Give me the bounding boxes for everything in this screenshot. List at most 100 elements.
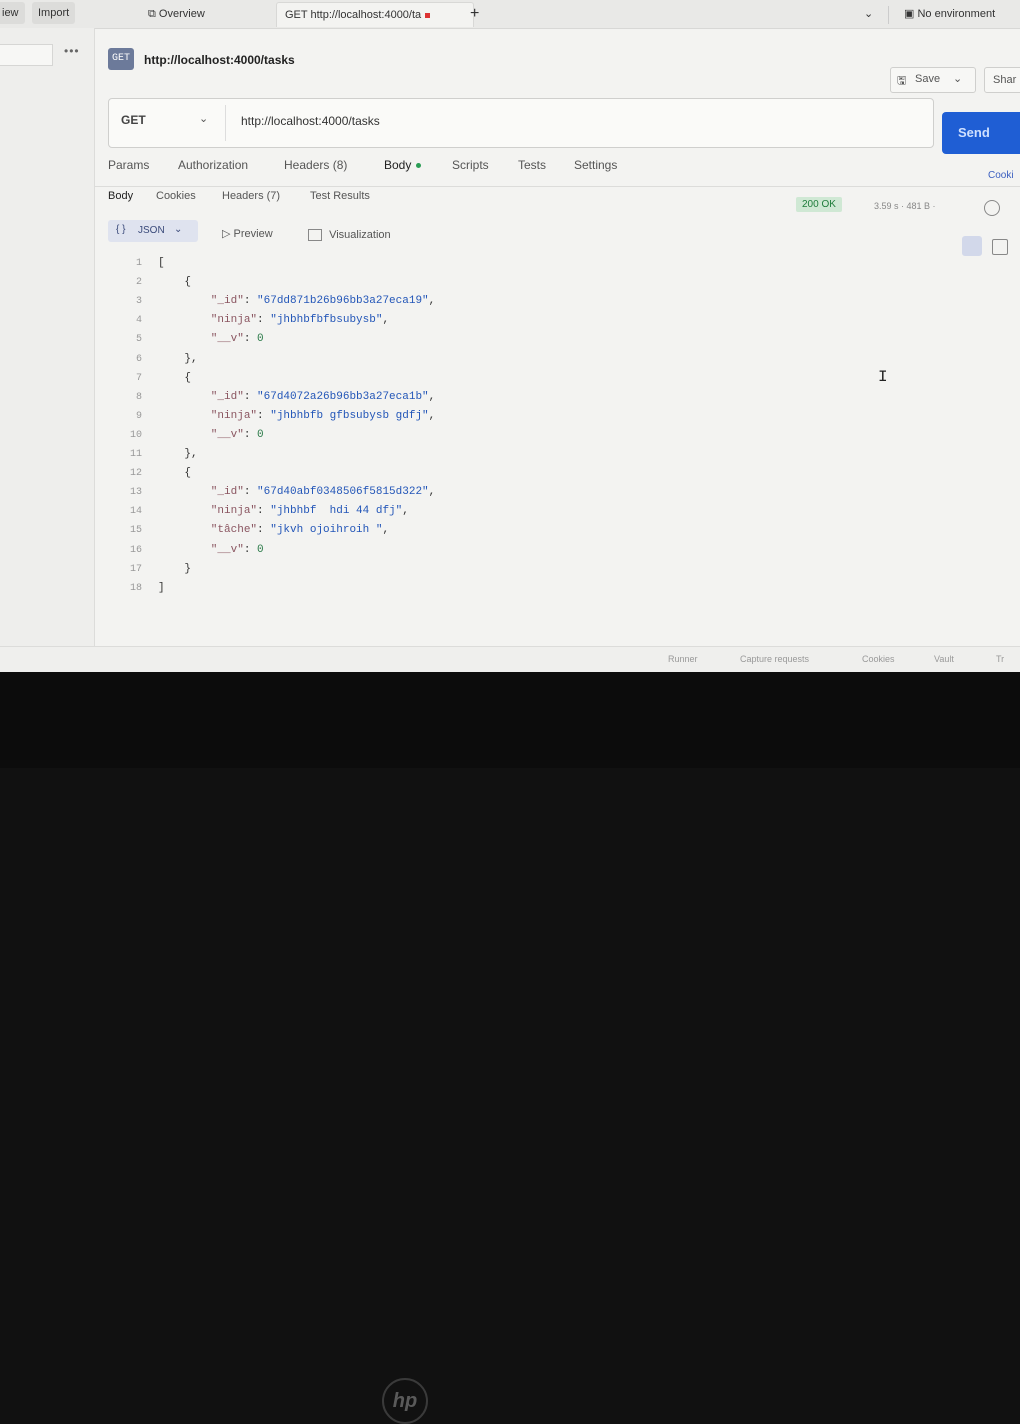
code-token: : — [243, 333, 258, 346]
line-number: 7 — [135, 372, 142, 384]
save-icon: 🖫 — [897, 75, 907, 87]
code-line: { — [158, 276, 191, 288]
code-token: "67d4072a26b96bb3a27eca1b" — [257, 390, 429, 403]
code-line: "_id": "67d40abf0348506f5815d322", — [158, 486, 435, 498]
copy-icon[interactable] — [992, 239, 1008, 255]
code-token: "__v" — [158, 428, 244, 441]
code-token: "_id" — [158, 390, 244, 403]
code-line: "ninja": "jhbhbf hdi 44 dfj", — [158, 505, 409, 517]
code-line: "__v": 0 — [158, 333, 264, 345]
code-token: : — [243, 428, 258, 441]
code-token: : — [257, 314, 271, 327]
code-line: "_id": "67d4072a26b96bb3a27eca1b", — [158, 391, 435, 403]
url-input[interactable]: http://localhost:4000/tasks — [241, 114, 380, 128]
code-line: "__v": 0 — [158, 429, 264, 441]
visualization-label: Visualization — [329, 229, 391, 241]
http-request-icon: GET — [108, 48, 134, 70]
method-chevron-icon[interactable]: ⌄ — [199, 112, 208, 125]
overview-icon: ⧉ — [148, 8, 156, 20]
tab-overview-label: Overview — [158, 8, 205, 20]
status-badge[interactable]: 200 OK — [796, 197, 842, 212]
line-number: 8 — [135, 391, 142, 403]
code-token: } — [158, 562, 192, 575]
code-line: "ninja": "jhbhbfb gfbsubysb gdfj", — [158, 410, 435, 422]
line-number: 15 — [129, 525, 142, 537]
response-tab-test-results[interactable]: Test Results — [310, 190, 370, 202]
cookies-link[interactable]: Cooki — [988, 170, 1014, 181]
send-button[interactable]: Send — [942, 112, 1020, 154]
code-line: { — [158, 372, 191, 384]
code-token: : — [243, 390, 258, 403]
response-tab-body[interactable]: Body — [108, 190, 133, 202]
response-body-viewer[interactable]: 1 [2 {3 "_id": "67dd871b26b96bb3a27eca19"… — [118, 254, 818, 604]
url-bar: GET ⌄ http://localhost:4000/tasks — [108, 98, 934, 148]
code-token: , — [382, 314, 390, 327]
tab-tests[interactable]: Tests — [518, 158, 546, 172]
braces-icon: { } — [116, 224, 126, 235]
globe-icon[interactable] — [984, 200, 1000, 216]
code-token: "jhbhbf hdi 44 dfj" — [270, 505, 403, 518]
format-select[interactable]: { } JSON ⌄ — [108, 220, 198, 242]
response-tab-cookies[interactable]: Cookies — [156, 190, 196, 202]
code-token: { — [158, 371, 192, 384]
code-line: "tâche": "jkvh ojoihroih ", — [158, 524, 389, 536]
more-options-icon[interactable]: ••• — [64, 44, 80, 58]
code-token: 0 — [257, 543, 264, 556]
code-token: ] — [158, 581, 165, 594]
save-options-chevron-icon[interactable]: ⌄ — [953, 72, 962, 85]
body-indicator-icon — [416, 163, 422, 169]
tab-body[interactable]: Body — [384, 158, 422, 172]
code-token: , — [402, 505, 409, 518]
text-cursor-icon: I — [878, 368, 888, 386]
tab-scripts[interactable]: Scripts — [452, 158, 489, 172]
footer-capture-requests[interactable]: Capture requests — [740, 654, 809, 664]
footer-vault[interactable]: Vault — [934, 654, 954, 664]
footer-runner[interactable]: Runner — [668, 654, 698, 664]
code-token: { — [158, 276, 192, 289]
code-token: , — [428, 486, 436, 499]
line-number: 1 — [135, 258, 142, 269]
new-button[interactable]: iew — [0, 2, 25, 24]
save-button[interactable]: 🖫 Save ⌄ — [890, 67, 976, 93]
topbar-divider — [888, 6, 889, 24]
tab-list-chevron-icon[interactable]: ⌄ — [864, 2, 873, 26]
code-line: "_id": "67dd871b26b96bb3a27eca19", — [158, 295, 435, 307]
code-token: , — [428, 295, 436, 308]
footer-trash[interactable]: Tr — [996, 654, 1004, 664]
environment-selector[interactable]: ▣ No environment — [904, 2, 995, 26]
code-token: { — [158, 467, 192, 480]
share-button[interactable]: Shar — [984, 67, 1020, 93]
tab-get-tasks[interactable]: GET http://localhost:4000/ta — [276, 2, 474, 27]
sidebar-search-input[interactable] — [0, 44, 53, 66]
tab-settings[interactable]: Settings — [574, 158, 617, 172]
visualization-button[interactable]: Visualization — [308, 229, 391, 242]
tab-overview[interactable]: ⧉ Overview — [148, 2, 205, 26]
code-line: "ninja": "jhbhbfbfbsubysb", — [158, 314, 389, 326]
code-token: "_id" — [158, 486, 244, 499]
code-token: "jhbhbfbfbsubysb" — [270, 314, 383, 327]
wrap-lines-icon[interactable] — [962, 236, 982, 256]
code-token: "ninja" — [158, 409, 258, 422]
environment-icon: ▣ — [904, 8, 915, 20]
code-line: }, — [158, 448, 197, 460]
code-line: "__v": 0 — [158, 544, 264, 556]
top-tab-bar: iew Import ⧉ Overview GET http://localho… — [0, 0, 1020, 29]
new-tab-button[interactable]: + — [470, 2, 479, 26]
line-number: 2 — [135, 277, 142, 289]
code-token: [ — [158, 257, 165, 269]
code-token: "jhbhbfb gfbsubysb gdfj" — [270, 409, 429, 422]
footer-cookies[interactable]: Cookies — [862, 654, 895, 664]
preview-button[interactable]: ▷ Preview — [222, 227, 273, 240]
response-tab-headers[interactable]: Headers (7) — [222, 190, 280, 202]
line-number: 18 — [129, 582, 142, 594]
method-select[interactable]: GET — [121, 113, 146, 127]
save-label: Save — [915, 73, 941, 85]
tab-params[interactable]: Params — [108, 158, 149, 172]
format-label: JSON — [138, 225, 165, 236]
tab-authorization[interactable]: Authorization — [178, 158, 248, 172]
tab-headers[interactable]: Headers (8) — [284, 158, 347, 172]
code-token: : — [243, 543, 258, 556]
line-number: 9 — [135, 410, 142, 422]
import-button[interactable]: Import — [32, 2, 76, 24]
line-number: 13 — [129, 487, 142, 499]
